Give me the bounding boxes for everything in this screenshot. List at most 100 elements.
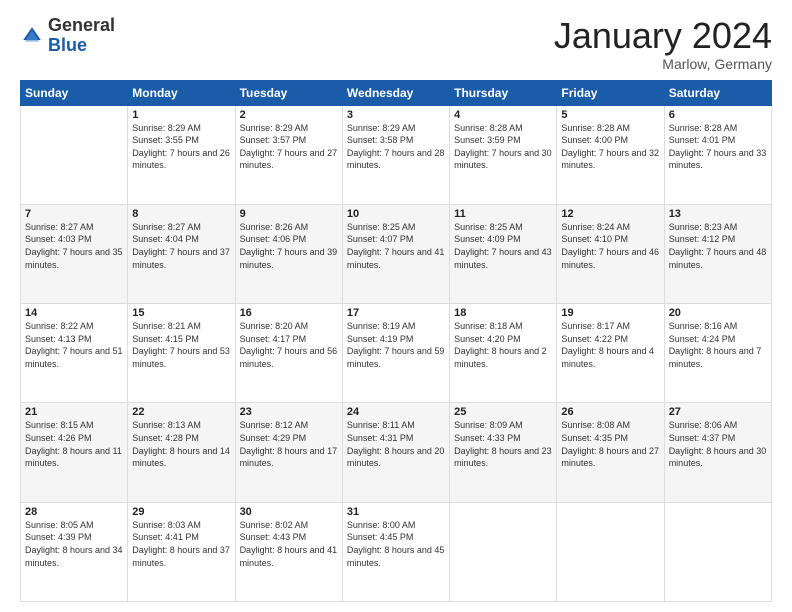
calendar-cell: 20Sunrise: 8:16 AMSunset: 4:24 PMDayligh…: [664, 304, 771, 403]
weekday-header-thursday: Thursday: [450, 80, 557, 105]
day-number: 19: [561, 307, 659, 319]
day-number: 13: [669, 208, 767, 220]
logo-blue-text: Blue: [48, 35, 87, 55]
calendar-cell: 22Sunrise: 8:13 AMSunset: 4:28 PMDayligh…: [128, 403, 235, 502]
calendar-cell: [21, 105, 128, 204]
calendar-cell: 5Sunrise: 8:28 AMSunset: 4:00 PMDaylight…: [557, 105, 664, 204]
day-info: Sunrise: 8:02 AMSunset: 4:43 PMDaylight:…: [240, 519, 338, 569]
weekday-header-friday: Friday: [557, 80, 664, 105]
calendar-cell: 31Sunrise: 8:00 AMSunset: 4:45 PMDayligh…: [342, 502, 449, 601]
day-number: 29: [132, 506, 230, 518]
calendar-cell: 29Sunrise: 8:03 AMSunset: 4:41 PMDayligh…: [128, 502, 235, 601]
day-info: Sunrise: 8:24 AMSunset: 4:10 PMDaylight:…: [561, 221, 659, 271]
day-info: Sunrise: 8:23 AMSunset: 4:12 PMDaylight:…: [669, 221, 767, 271]
day-info: Sunrise: 8:12 AMSunset: 4:29 PMDaylight:…: [240, 419, 338, 469]
day-info: Sunrise: 8:17 AMSunset: 4:22 PMDaylight:…: [561, 320, 659, 370]
calendar-cell: [450, 502, 557, 601]
day-number: 7: [25, 208, 123, 220]
day-number: 28: [25, 506, 123, 518]
calendar-cell: 14Sunrise: 8:22 AMSunset: 4:13 PMDayligh…: [21, 304, 128, 403]
calendar-cell: 7Sunrise: 8:27 AMSunset: 4:03 PMDaylight…: [21, 204, 128, 303]
calendar-cell: 26Sunrise: 8:08 AMSunset: 4:35 PMDayligh…: [557, 403, 664, 502]
day-number: 17: [347, 307, 445, 319]
day-info: Sunrise: 8:08 AMSunset: 4:35 PMDaylight:…: [561, 419, 659, 469]
day-number: 27: [669, 406, 767, 418]
day-info: Sunrise: 8:15 AMSunset: 4:26 PMDaylight:…: [25, 419, 123, 469]
day-info: Sunrise: 8:27 AMSunset: 4:04 PMDaylight:…: [132, 221, 230, 271]
calendar-cell: [557, 502, 664, 601]
day-number: 12: [561, 208, 659, 220]
day-number: 23: [240, 406, 338, 418]
day-info: Sunrise: 8:25 AMSunset: 4:07 PMDaylight:…: [347, 221, 445, 271]
calendar-cell: 23Sunrise: 8:12 AMSunset: 4:29 PMDayligh…: [235, 403, 342, 502]
day-info: Sunrise: 8:13 AMSunset: 4:28 PMDaylight:…: [132, 419, 230, 469]
calendar-cell: 21Sunrise: 8:15 AMSunset: 4:26 PMDayligh…: [21, 403, 128, 502]
calendar-week-row: 21Sunrise: 8:15 AMSunset: 4:26 PMDayligh…: [21, 403, 772, 502]
calendar-cell: 12Sunrise: 8:24 AMSunset: 4:10 PMDayligh…: [557, 204, 664, 303]
day-number: 8: [132, 208, 230, 220]
calendar-week-row: 1Sunrise: 8:29 AMSunset: 3:55 PMDaylight…: [21, 105, 772, 204]
day-info: Sunrise: 8:21 AMSunset: 4:15 PMDaylight:…: [132, 320, 230, 370]
day-info: Sunrise: 8:11 AMSunset: 4:31 PMDaylight:…: [347, 419, 445, 469]
calendar-week-row: 7Sunrise: 8:27 AMSunset: 4:03 PMDaylight…: [21, 204, 772, 303]
calendar-cell: 11Sunrise: 8:25 AMSunset: 4:09 PMDayligh…: [450, 204, 557, 303]
day-number: 3: [347, 109, 445, 121]
day-number: 15: [132, 307, 230, 319]
calendar-week-row: 14Sunrise: 8:22 AMSunset: 4:13 PMDayligh…: [21, 304, 772, 403]
calendar-cell: 3Sunrise: 8:29 AMSunset: 3:58 PMDaylight…: [342, 105, 449, 204]
weekday-header-wednesday: Wednesday: [342, 80, 449, 105]
weekday-header-monday: Monday: [128, 80, 235, 105]
calendar-cell: 13Sunrise: 8:23 AMSunset: 4:12 PMDayligh…: [664, 204, 771, 303]
title-block: January 2024 Marlow, Germany: [554, 16, 772, 72]
calendar-cell: 16Sunrise: 8:20 AMSunset: 4:17 PMDayligh…: [235, 304, 342, 403]
weekday-header-row: SundayMondayTuesdayWednesdayThursdayFrid…: [21, 80, 772, 105]
day-info: Sunrise: 8:00 AMSunset: 4:45 PMDaylight:…: [347, 519, 445, 569]
location: Marlow, Germany: [554, 56, 772, 72]
day-number: 26: [561, 406, 659, 418]
day-number: 2: [240, 109, 338, 121]
day-info: Sunrise: 8:09 AMSunset: 4:33 PMDaylight:…: [454, 419, 552, 469]
calendar-cell: 30Sunrise: 8:02 AMSunset: 4:43 PMDayligh…: [235, 502, 342, 601]
day-number: 21: [25, 406, 123, 418]
day-info: Sunrise: 8:22 AMSunset: 4:13 PMDaylight:…: [25, 320, 123, 370]
weekday-header-tuesday: Tuesday: [235, 80, 342, 105]
day-info: Sunrise: 8:29 AMSunset: 3:57 PMDaylight:…: [240, 122, 338, 172]
calendar-cell: 18Sunrise: 8:18 AMSunset: 4:20 PMDayligh…: [450, 304, 557, 403]
day-number: 16: [240, 307, 338, 319]
day-info: Sunrise: 8:27 AMSunset: 4:03 PMDaylight:…: [25, 221, 123, 271]
day-info: Sunrise: 8:28 AMSunset: 3:59 PMDaylight:…: [454, 122, 552, 172]
day-number: 10: [347, 208, 445, 220]
day-number: 9: [240, 208, 338, 220]
weekday-header-saturday: Saturday: [664, 80, 771, 105]
day-number: 4: [454, 109, 552, 121]
day-number: 18: [454, 307, 552, 319]
day-number: 14: [25, 307, 123, 319]
day-number: 25: [454, 406, 552, 418]
month-title: January 2024: [554, 16, 772, 56]
calendar-cell: 28Sunrise: 8:05 AMSunset: 4:39 PMDayligh…: [21, 502, 128, 601]
day-number: 31: [347, 506, 445, 518]
logo: General Blue: [20, 16, 115, 56]
calendar-cell: 25Sunrise: 8:09 AMSunset: 4:33 PMDayligh…: [450, 403, 557, 502]
day-info: Sunrise: 8:29 AMSunset: 3:58 PMDaylight:…: [347, 122, 445, 172]
calendar-cell: 4Sunrise: 8:28 AMSunset: 3:59 PMDaylight…: [450, 105, 557, 204]
day-info: Sunrise: 8:25 AMSunset: 4:09 PMDaylight:…: [454, 221, 552, 271]
calendar-cell: 10Sunrise: 8:25 AMSunset: 4:07 PMDayligh…: [342, 204, 449, 303]
day-number: 22: [132, 406, 230, 418]
day-number: 30: [240, 506, 338, 518]
calendar-table: SundayMondayTuesdayWednesdayThursdayFrid…: [20, 80, 772, 602]
day-info: Sunrise: 8:18 AMSunset: 4:20 PMDaylight:…: [454, 320, 552, 370]
day-info: Sunrise: 8:20 AMSunset: 4:17 PMDaylight:…: [240, 320, 338, 370]
calendar-cell: [664, 502, 771, 601]
day-info: Sunrise: 8:16 AMSunset: 4:24 PMDaylight:…: [669, 320, 767, 370]
day-number: 20: [669, 307, 767, 319]
page: General Blue January 2024 Marlow, German…: [0, 0, 792, 612]
day-info: Sunrise: 8:19 AMSunset: 4:19 PMDaylight:…: [347, 320, 445, 370]
calendar-week-row: 28Sunrise: 8:05 AMSunset: 4:39 PMDayligh…: [21, 502, 772, 601]
logo-icon: [20, 24, 44, 48]
day-info: Sunrise: 8:29 AMSunset: 3:55 PMDaylight:…: [132, 122, 230, 172]
calendar-cell: 15Sunrise: 8:21 AMSunset: 4:15 PMDayligh…: [128, 304, 235, 403]
day-number: 24: [347, 406, 445, 418]
calendar-cell: 6Sunrise: 8:28 AMSunset: 4:01 PMDaylight…: [664, 105, 771, 204]
day-number: 1: [132, 109, 230, 121]
